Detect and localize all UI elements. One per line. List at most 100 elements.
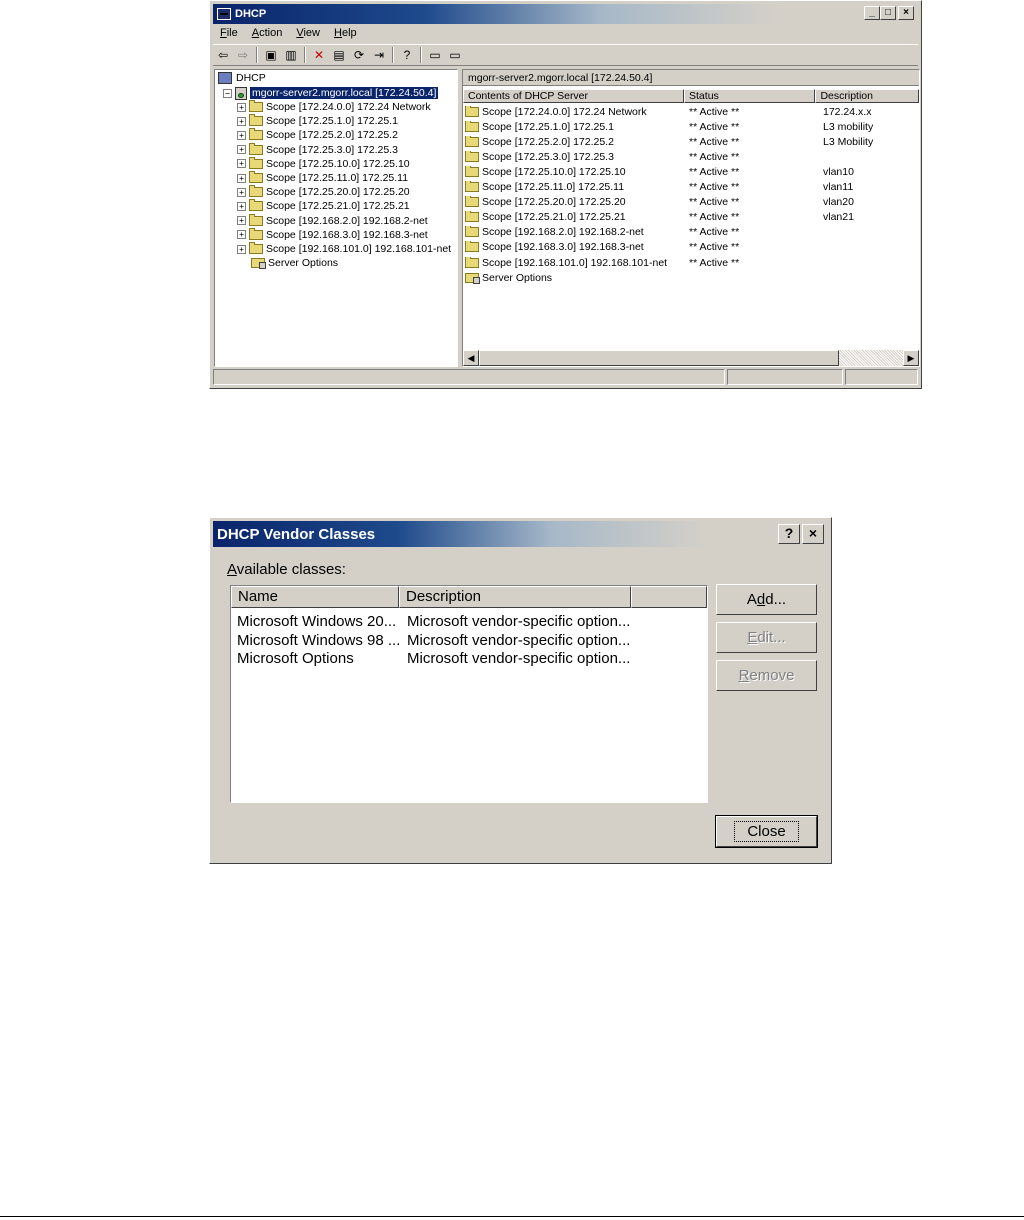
vendor-class-row[interactable]: Microsoft Options Microsoft vendor-specif… [237, 650, 647, 668]
list-row-scope[interactable]: Scope [172.25.2.0] 172.25.2 ** Active ** L… [465, 134, 919, 149]
vendor-class-name: Microsoft Windows 98 ... [237, 631, 401, 649]
tree-node-scope[interactable]: + Scope [172.25.10.0] 172.25.10 [237, 156, 410, 171]
list-row-scope[interactable]: Scope [172.25.20.0] 172.25.20 ** Active *… [465, 195, 919, 210]
column-header-status[interactable]: Status [684, 89, 816, 103]
export-list-icon[interactable]: ⇥ [371, 47, 387, 63]
expand-icon[interactable]: + [237, 145, 246, 155]
show-tree-icon[interactable]: ▥ [283, 47, 299, 63]
list-row-server-options[interactable]: Server Options [465, 270, 552, 285]
column-header-vendor-description[interactable]: Description [399, 586, 631, 608]
expand-icon[interactable]: + [237, 130, 246, 140]
column-header-description[interactable]: Description [815, 89, 919, 103]
list-row-scope[interactable]: Scope [192.168.2.0] 192.168.2-net ** Acti… [465, 225, 919, 240]
tree-node-scope[interactable]: + Scope [172.24.0.0] 172.24 Network [237, 100, 431, 114]
column-headers: Contents of DHCP Server Status Descripti… [463, 89, 919, 103]
horizontal-scrollbar[interactable]: ◀ ▶ [463, 350, 919, 366]
server-monitor-icon[interactable]: ▭ [427, 47, 443, 63]
list-row-scope[interactable]: Scope [172.24.0.0] 172.24 Network ** Acti… [465, 104, 919, 119]
server-icon [235, 86, 247, 100]
cell-contents: Scope [172.25.3.0] 172.25.3 [465, 150, 687, 163]
dhcp-title-bar[interactable]: DHCP _ □ × [213, 4, 918, 24]
back-arrow-icon[interactable]: ⇦ [215, 47, 231, 63]
dhcp-root-icon [218, 72, 232, 84]
dhcp-app-icon [217, 8, 231, 20]
toolbar-separator [392, 47, 394, 63]
available-classes-list[interactable]: Name Description Microsoft Windows 20...… [230, 585, 708, 803]
expand-icon[interactable]: + [237, 230, 246, 240]
tree-node-scope[interactable]: + Scope [172.25.20.0] 172.25.20 [237, 185, 410, 199]
tree-node-scope[interactable]: + Scope [172.25.1.0] 172.25.1 [237, 114, 398, 128]
column-header-name[interactable]: Name [231, 586, 399, 608]
list-row-scope[interactable]: Scope [172.25.10.0] 172.25.10 ** Active *… [465, 164, 919, 179]
menu-view[interactable]: View [289, 27, 327, 39]
scroll-thumb[interactable] [479, 350, 839, 366]
expand-icon[interactable]: + [237, 244, 246, 254]
add-server-icon[interactable]: ▭ [447, 47, 463, 63]
list-row-scope[interactable]: Scope [172.25.11.0] 172.25.11 ** Active *… [465, 180, 919, 195]
tree-node-server-options[interactable]: Server Options [251, 256, 338, 270]
cell-status: ** Active ** [689, 211, 740, 224]
refresh-icon[interactable]: ⟳ [351, 47, 367, 63]
folder-icon [249, 213, 263, 226]
cell-status: ** Active ** [689, 196, 740, 209]
folder-icon [249, 227, 263, 240]
expand-icon[interactable]: + [237, 116, 246, 126]
list-row-scope[interactable]: Scope [192.168.3.0] 192.168.3-net ** Acti… [465, 240, 919, 255]
vendor-class-description: Microsoft vendor-specific option... [407, 631, 631, 649]
tree-node-scope[interactable]: + Scope [172.25.2.0] 172.25.2 [237, 128, 398, 142]
cell-status: ** Active ** [689, 165, 740, 178]
minimize-button[interactable]: _ [864, 6, 880, 20]
remove-button[interactable]: Remove [716, 660, 817, 691]
scroll-left-button[interactable]: ◀ [463, 350, 479, 366]
tree-node-scope[interactable]: + Scope [192.168.3.0] 192.168.3-net [237, 227, 428, 242]
vendor-class-name: Microsoft Windows 20... [237, 613, 397, 630]
tree-node-server[interactable]: − mgorr-server2.mgorr.local [172.24.50.4… [223, 86, 439, 100]
tree-node-scope[interactable]: + Scope [192.168.101.0] 192.168.101-net [237, 242, 451, 256]
tree-node-scope[interactable]: + Scope [172.25.21.0] 172.25.21 [237, 199, 410, 213]
cell-contents: Scope [192.168.101.0] 192.168.101-net [465, 256, 687, 269]
tree-node-dhcp[interactable]: DHCP [218, 71, 266, 85]
cell-status: ** Active ** [689, 105, 740, 118]
status-bar [213, 369, 918, 385]
maximize-button[interactable]: □ [880, 6, 896, 20]
list-row-scope[interactable]: Scope [192.168.101.0] 192.168.101-net ** … [465, 255, 919, 270]
scroll-right-button[interactable]: ▶ [903, 350, 919, 366]
tree-node-scope[interactable]: + Scope [172.25.11.0] 172.25.11 [237, 171, 408, 185]
column-header-contents[interactable]: Contents of DHCP Server [463, 89, 685, 103]
close-button[interactable]: Close [715, 815, 818, 848]
list-row-scope[interactable]: Scope [172.25.1.0] 172.25.1 ** Active ** L… [465, 119, 919, 134]
expand-icon[interactable]: + [237, 159, 246, 169]
close-window-button[interactable]: × [898, 6, 914, 20]
expand-icon[interactable]: + [237, 201, 246, 211]
folder-icon [249, 114, 263, 127]
details-caption: mgorr-server2.mgorr.local [172.24.50.4] [463, 70, 919, 86]
menu-file[interactable]: File [213, 27, 245, 39]
dialog-title-bar[interactable]: DHCP Vendor Classes ? × [213, 521, 828, 547]
menu-action[interactable]: Action [245, 27, 290, 39]
dialog-help-button[interactable]: ? [778, 524, 800, 544]
delete-icon[interactable]: ✕ [311, 47, 327, 63]
expand-icon[interactable]: + [237, 173, 246, 183]
list-row-scope[interactable]: Scope [172.25.3.0] 172.25.3 ** Active ** [465, 149, 919, 164]
collapse-icon[interactable]: − [223, 88, 232, 98]
folder-icon [465, 226, 479, 238]
vendor-class-row[interactable]: Microsoft Windows 20... Microsoft vendor-… [237, 613, 647, 631]
column-header-blank[interactable] [631, 586, 707, 608]
edit-button[interactable]: Edit... [716, 622, 817, 653]
forward-arrow-icon[interactable]: ⇨ [235, 47, 251, 63]
add-button[interactable]: Ad d... [716, 584, 817, 615]
vendor-class-row[interactable]: Microsoft Windows 98 ... Microsoft vendor… [237, 632, 647, 650]
expand-icon[interactable]: + [237, 187, 246, 197]
properties-icon[interactable]: ▤ [331, 47, 347, 63]
menu-help[interactable]: Help [327, 27, 364, 39]
list-row-scope[interactable]: Scope [172.25.21.0] 172.25.21 ** Active *… [465, 210, 919, 225]
tree-node-scope[interactable]: + Scope [192.168.2.0] 192.168.2-net [237, 213, 428, 228]
tree-node-scope[interactable]: + Scope [172.25.3.0] 172.25.3 [237, 142, 398, 157]
expand-icon[interactable]: + [237, 216, 246, 226]
console-tree[interactable]: DHCP − mgorr-server2.mgorr.local [172.24… [214, 69, 458, 367]
help-icon[interactable]: ? [399, 47, 415, 63]
folder-icon [465, 105, 479, 117]
up-folder-icon[interactable]: ▣ [263, 47, 279, 63]
dialog-close-x-button[interactable]: × [802, 524, 824, 544]
expand-icon[interactable]: + [237, 102, 246, 112]
